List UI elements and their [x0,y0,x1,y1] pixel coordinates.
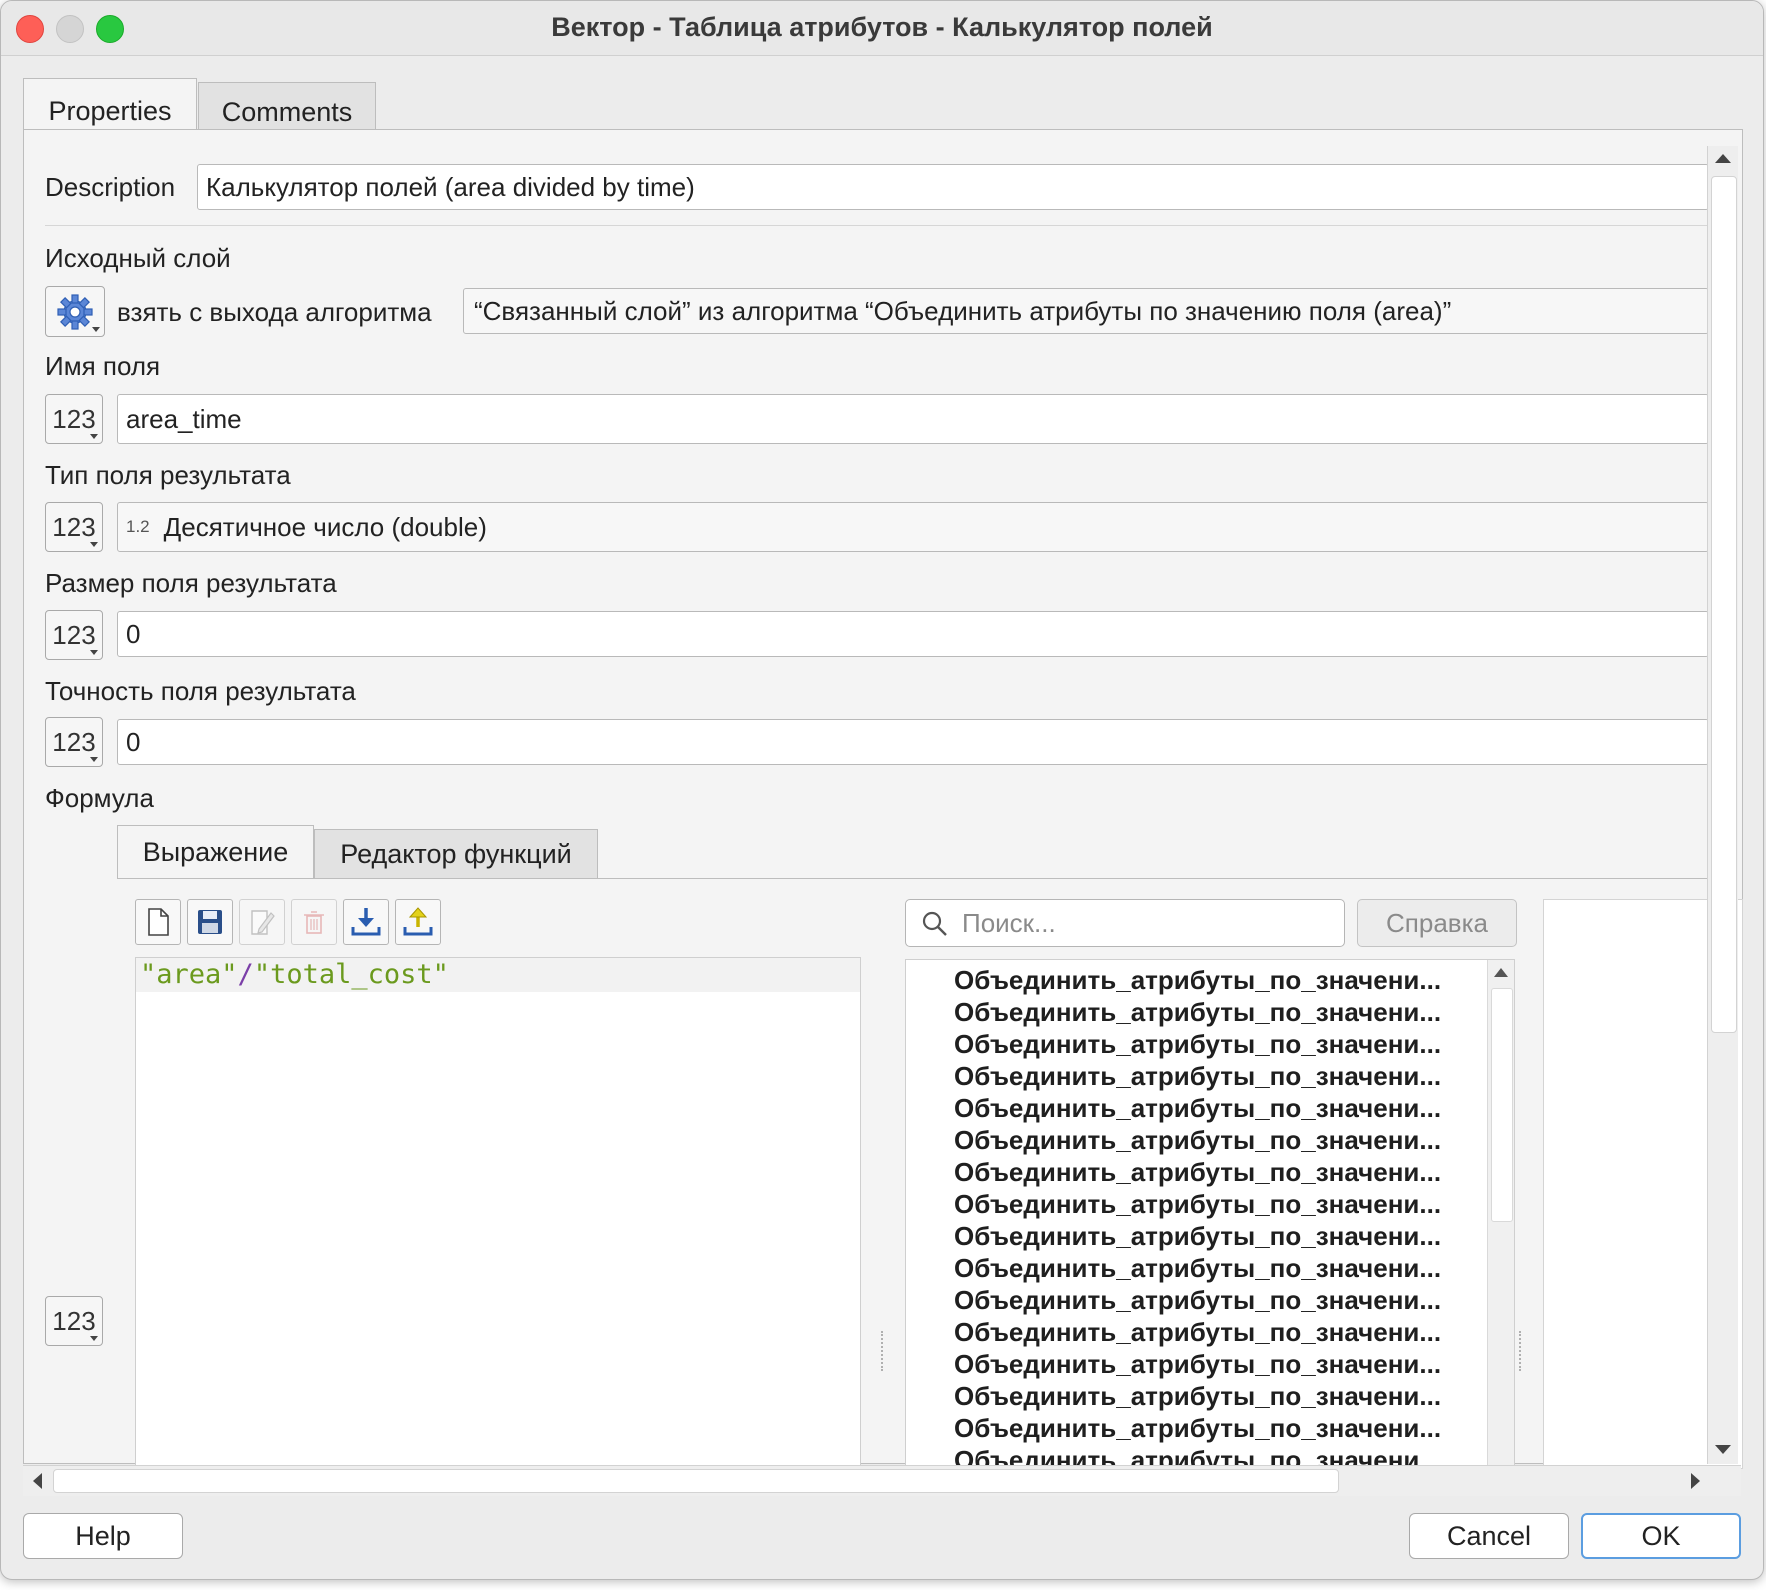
save-icon [198,910,222,934]
function-tree-item[interactable]: Объединить_атрибуты_по_значени... [954,1348,1441,1380]
import-icon [351,908,381,936]
input-layer-combo[interactable]: “Связанный слой” из алгоритма “Объединит… [463,288,1709,334]
function-tree-item[interactable]: Объединить_атрибуты_по_значени... [954,996,1441,1028]
field-name-label: Имя поля [45,351,161,381]
expression-operator: / [237,959,254,990]
formula-tab-line [117,878,1709,879]
function-tree-item[interactable]: Объединить_атрибуты_по_значени... [954,1124,1441,1156]
new-file-icon [148,908,169,936]
splitter-handle[interactable] [1519,1331,1525,1371]
field-precision-input[interactable]: 0 [117,719,1709,765]
field-precision-label: Точность поля результата [45,676,356,706]
function-tree-item[interactable]: Объединить_атрибуты_по_значени... [954,1028,1441,1060]
scroll-up-icon[interactable] [1494,968,1508,977]
expression-line[interactable]: "area"/"total_cost" [136,958,860,992]
field-precision-param-button[interactable]: 123 [45,717,103,767]
field-type-label: Тип поля результата [45,460,291,490]
function-tree-item[interactable]: Объединить_атрибуты_по_значени... [954,1060,1441,1092]
tree-scrollbar[interactable] [1487,960,1514,1468]
window-title: Вектор - Таблица атрибутов - Калькулятор… [551,12,1213,42]
search-placeholder: Поиск... [962,908,1056,938]
algorithm-output-button[interactable] [45,286,105,337]
function-tree-item[interactable]: Объединить_атрибуты_по_значени... [954,964,1441,996]
field-type-param-button[interactable]: 123 [45,502,103,552]
function-tree-item[interactable]: Объединить_атрибуты_по_значени... [954,1220,1441,1252]
export-icon [403,907,433,936]
scroll-down-icon[interactable] [1715,1445,1731,1454]
formula-label: Формула [45,783,154,813]
import-expressions-button[interactable] [343,899,389,945]
vertical-scroll-thumb[interactable] [1711,176,1737,1033]
export-expressions-button[interactable] [395,899,441,945]
function-tree-item[interactable]: Объединить_атрибуты_по_значени... [954,1316,1441,1348]
horizontal-scroll-thumb[interactable] [53,1469,1339,1493]
title-bar: Вектор - Таблица атрибутов - Калькулятор… [1,1,1763,56]
field-type-value: Десятичное число (double) [163,511,487,542]
double-type-icon: 1.2 [126,517,150,536]
field-length-param-button[interactable]: 123 [45,610,103,660]
field-type-combo[interactable]: 1.2 Десятичное число (double) [117,502,1709,552]
search-icon [922,911,947,936]
field-length-label: Размер поля результата [45,568,337,598]
ok-button[interactable]: OK [1581,1513,1741,1559]
field-name-input[interactable]: area_time [117,394,1709,444]
expression-right-operand: "total_cost" [253,959,449,990]
save-expression-button[interactable] [187,899,233,945]
function-tree-item[interactable]: Объединить_атрибуты_по_значени... [954,1412,1441,1444]
description-input[interactable]: Калькулятор полей (area divided by time) [197,164,1709,210]
expression-left-operand: "area" [140,959,238,990]
show-help-button[interactable]: Справка [1357,899,1517,947]
param-button-text: 123 [52,726,96,757]
formula-param-button[interactable]: 123 [45,1296,103,1346]
scroll-right-icon[interactable] [1691,1473,1700,1489]
expression-editor[interactable]: "area"/"total_cost" [135,957,861,1469]
function-tree-item[interactable]: Объединить_атрибуты_по_значени... [954,1188,1441,1220]
function-tree-item[interactable]: Объединить_атрибуты_по_значени... [954,1092,1441,1124]
separator [45,225,1709,226]
input-layer-label: Исходный слой [45,243,231,273]
pane-vertical-scrollbar[interactable] [1707,146,1738,1464]
new-expression-button[interactable] [135,899,181,945]
param-button-text: 123 [52,403,96,434]
tab-function-editor[interactable]: Редактор функций [314,829,598,879]
function-tree-item[interactable]: Объединить_атрибуты_по_значени... [954,1156,1441,1188]
cancel-button[interactable]: Cancel [1409,1513,1569,1559]
param-button-text: 123 [52,511,96,542]
param-button-text: 123 [52,1305,96,1336]
scroll-up-icon[interactable] [1715,154,1731,163]
dialog-window: Вектор - Таблица атрибутов - Калькулятор… [0,0,1764,1580]
function-tree-item[interactable]: Объединить_атрибуты_по_значени... [954,1284,1441,1316]
field-length-input[interactable]: 0 [117,611,1709,657]
splitter-handle[interactable] [881,1331,887,1371]
field-name-param-button[interactable]: 123 [45,394,103,444]
edit-icon [251,910,275,935]
delete-icon [304,911,324,934]
description-label: Description [45,172,176,202]
scroll-left-icon[interactable] [33,1473,42,1489]
function-search-input[interactable]: Поиск... [905,899,1345,947]
pane-horizontal-scrollbar[interactable] [23,1465,1741,1496]
function-tree[interactable]: Объединить_атрибуты_по_значени... Объедин… [905,959,1515,1469]
help-button[interactable]: Help [23,1513,183,1559]
gear-icon [57,293,93,330]
source-mode-label: взять с выхода алгоритма [117,297,432,327]
delete-expression-button[interactable] [291,899,337,945]
edit-expression-button[interactable] [239,899,285,945]
function-tree-item[interactable]: Объединить_атрибуты_по_значени... [954,1380,1441,1412]
function-tree-item[interactable]: Объединить_атрибуты_по_значени... [954,1252,1441,1284]
tab-expression[interactable]: Выражение [117,825,314,879]
tree-scroll-thumb[interactable] [1491,988,1513,1222]
param-button-text: 123 [52,619,96,650]
